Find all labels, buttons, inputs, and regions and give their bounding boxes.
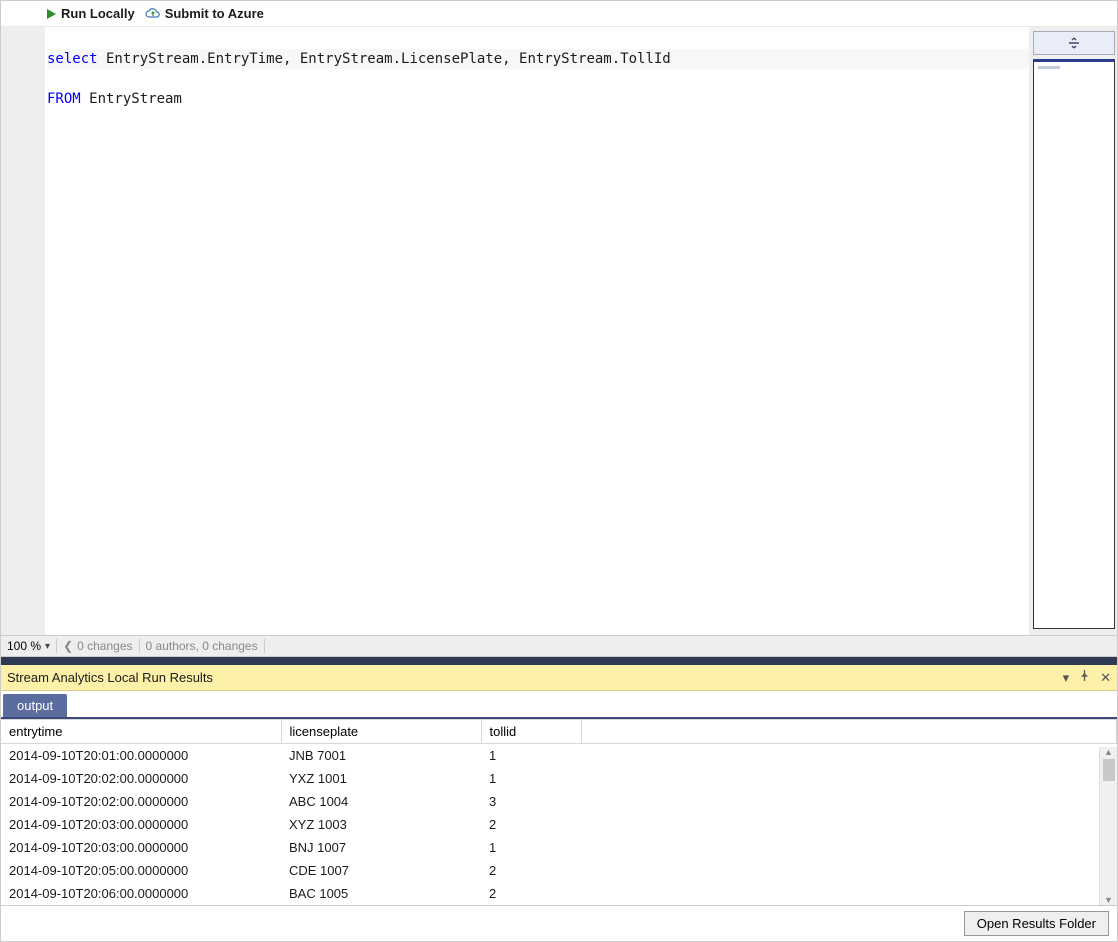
open-results-folder-button[interactable]: Open Results Folder bbox=[964, 911, 1109, 936]
code-content[interactable]: select EntryStream.EntryTime, EntryStrea… bbox=[45, 27, 1029, 635]
cell-licenseplate: BNJ 1007 bbox=[281, 836, 481, 859]
cell-entrytime: 2014-09-10T20:03:00.0000000 bbox=[1, 813, 281, 836]
cloud-upload-icon bbox=[145, 8, 161, 20]
cell-entrytime: 2014-09-10T20:01:00.0000000 bbox=[1, 744, 281, 768]
results-panel: Stream Analytics Local Run Results ▾ ✕ o… bbox=[1, 665, 1117, 905]
run-locally-button[interactable]: Run Locally bbox=[45, 6, 135, 21]
results-panel-header: Stream Analytics Local Run Results ▾ ✕ bbox=[1, 665, 1117, 691]
results-scrollbar[interactable]: ▲ ▼ bbox=[1099, 747, 1117, 905]
results-grid: entrytime licenseplate tollid 2014-09-10… bbox=[1, 719, 1117, 905]
table-row[interactable]: 2014-09-10T20:02:00.0000000YXZ 10011 bbox=[1, 767, 1117, 790]
editor-status-bar: 100 % ▾ ❮ 0 changes 0 authors, 0 changes bbox=[1, 635, 1117, 657]
col-licenseplate[interactable]: licenseplate bbox=[281, 720, 481, 744]
results-grid-wrap: entrytime licenseplate tollid 2014-09-10… bbox=[1, 719, 1117, 905]
split-icon bbox=[1067, 37, 1081, 49]
authors-indicator[interactable]: 0 authors, 0 changes bbox=[140, 639, 265, 653]
cell-tollid: 3 bbox=[481, 790, 581, 813]
table-row[interactable]: 2014-09-10T20:03:00.0000000BNJ 10071 bbox=[1, 836, 1117, 859]
zoom-value: 100 % bbox=[7, 639, 41, 653]
run-locally-label: Run Locally bbox=[61, 6, 135, 21]
cell-tollid: 2 bbox=[481, 859, 581, 882]
scroll-thumb[interactable] bbox=[1103, 759, 1115, 781]
grid-header-row: entrytime licenseplate tollid bbox=[1, 720, 1117, 744]
open-results-folder-label: Open Results Folder bbox=[977, 916, 1096, 931]
col-tollid[interactable]: tollid bbox=[481, 720, 581, 744]
table-row[interactable]: 2014-09-10T20:05:00.0000000CDE 10072 bbox=[1, 859, 1117, 882]
table-row[interactable]: 2014-09-10T20:06:00.0000000BAC 10052 bbox=[1, 882, 1117, 905]
pin-icon[interactable] bbox=[1079, 670, 1090, 686]
changes-indicator[interactable]: ❮ 0 changes bbox=[57, 639, 139, 653]
table-row[interactable]: 2014-09-10T20:02:00.0000000ABC 10043 bbox=[1, 790, 1117, 813]
cell-licenseplate: YXZ 1001 bbox=[281, 767, 481, 790]
cell-licenseplate: ABC 1004 bbox=[281, 790, 481, 813]
changes-count: 0 changes bbox=[77, 639, 132, 653]
editor-toolbar: Run Locally Submit to Azure bbox=[1, 1, 1117, 27]
submit-to-azure-button[interactable]: Submit to Azure bbox=[145, 6, 264, 21]
tab-output[interactable]: output bbox=[3, 694, 67, 717]
editor-gutter bbox=[1, 27, 45, 635]
minimap-column bbox=[1029, 27, 1117, 635]
col-spacer bbox=[581, 720, 1117, 744]
zoom-selector[interactable]: 100 % ▾ bbox=[1, 639, 57, 653]
cell-licenseplate: CDE 1007 bbox=[281, 859, 481, 882]
split-handle[interactable] bbox=[1033, 31, 1115, 55]
cell-entrytime: 2014-09-10T20:03:00.0000000 bbox=[1, 836, 281, 859]
close-icon[interactable]: ✕ bbox=[1100, 670, 1111, 686]
table-row[interactable]: 2014-09-10T20:01:00.0000000JNB 70011 bbox=[1, 744, 1117, 768]
results-footer: Open Results Folder bbox=[1, 905, 1117, 941]
panel-divider[interactable] bbox=[1, 657, 1117, 665]
table-row[interactable]: 2014-09-10T20:03:00.0000000XYZ 10032 bbox=[1, 813, 1117, 836]
scroll-up-icon[interactable]: ▲ bbox=[1104, 747, 1113, 757]
tab-output-label: output bbox=[17, 698, 53, 713]
cell-entrytime: 2014-09-10T20:05:00.0000000 bbox=[1, 859, 281, 882]
results-tabs: output bbox=[1, 691, 1117, 719]
minimap[interactable] bbox=[1033, 59, 1115, 629]
submit-to-azure-label: Submit to Azure bbox=[165, 6, 264, 21]
cell-tollid: 1 bbox=[481, 767, 581, 790]
chevron-left-icon: ❮ bbox=[63, 639, 73, 653]
cell-licenseplate: JNB 7001 bbox=[281, 744, 481, 768]
results-panel-title: Stream Analytics Local Run Results bbox=[7, 670, 1063, 685]
scroll-down-icon[interactable]: ▼ bbox=[1104, 895, 1113, 905]
cell-tollid: 2 bbox=[481, 882, 581, 905]
cell-entrytime: 2014-09-10T20:02:00.0000000 bbox=[1, 790, 281, 813]
play-icon bbox=[45, 8, 57, 20]
cell-entrytime: 2014-09-10T20:02:00.0000000 bbox=[1, 767, 281, 790]
cell-licenseplate: BAC 1005 bbox=[281, 882, 481, 905]
cell-entrytime: 2014-09-10T20:06:00.0000000 bbox=[1, 882, 281, 905]
cell-licenseplate: XYZ 1003 bbox=[281, 813, 481, 836]
chevron-down-icon: ▾ bbox=[45, 641, 50, 652]
code-editor[interactable]: select EntryStream.EntryTime, EntryStrea… bbox=[1, 27, 1117, 635]
cell-tollid: 1 bbox=[481, 836, 581, 859]
col-entrytime[interactable]: entrytime bbox=[1, 720, 281, 744]
cell-tollid: 2 bbox=[481, 813, 581, 836]
authors-count: 0 authors, 0 changes bbox=[146, 639, 258, 653]
panel-menu-icon[interactable]: ▾ bbox=[1063, 670, 1070, 686]
cell-tollid: 1 bbox=[481, 744, 581, 768]
